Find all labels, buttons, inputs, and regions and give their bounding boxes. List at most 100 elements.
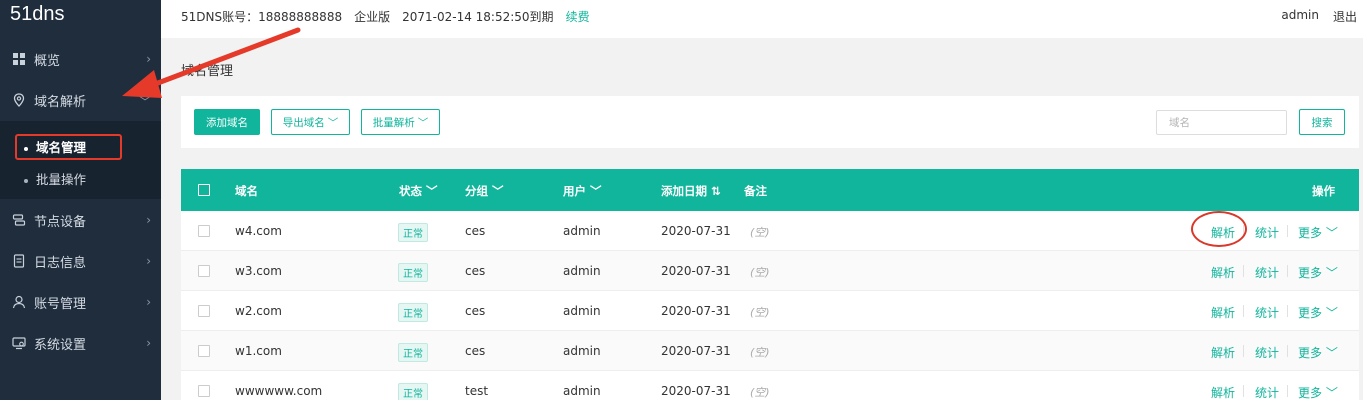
user-name: admin <box>563 224 601 238</box>
group-name: ces <box>465 264 486 278</box>
user-name: admin <box>563 384 601 398</box>
row-checkbox[interactable] <box>198 385 210 397</box>
status-badge: 正常 <box>398 383 428 400</box>
stats-link[interactable]: 统计 <box>1255 264 1279 281</box>
user-name: admin <box>563 344 601 358</box>
chevron-right-icon: › <box>146 52 151 66</box>
note-value: (空) <box>750 306 770 319</box>
sidebar-subitem-batch[interactable]: 批量操作 <box>24 169 86 188</box>
divider <box>1243 305 1244 317</box>
group-name: test <box>465 384 489 398</box>
batch-resolve-button[interactable]: 批量解析 ﹀ <box>361 109 440 135</box>
table-row: wwwwww.com 正常 test admin 2020-07-31 (空) … <box>181 371 1359 400</box>
note-value: (空) <box>750 226 770 239</box>
user-name: admin <box>563 304 601 318</box>
sidebar-item-label: 概览 <box>34 53 61 69</box>
domain-name: wwwwww.com <box>235 384 323 398</box>
chevron-right-icon: › <box>146 254 151 268</box>
search-button[interactable]: 搜索 <box>1299 109 1345 135</box>
note-value: (空) <box>750 386 770 399</box>
location-pin-icon <box>12 93 26 107</box>
row-checkbox[interactable] <box>198 265 210 277</box>
stats-link[interactable]: 统计 <box>1255 224 1279 241</box>
sidebar-item-accounts[interactable]: 账号管理 › <box>0 282 161 322</box>
add-date: 2020-07-31 <box>661 304 731 318</box>
divider <box>1243 385 1244 397</box>
table-row: w3.com 正常 ces admin 2020-07-31 (空) 解析 统计… <box>181 251 1359 291</box>
resolve-link[interactable]: 解析 <box>1211 304 1235 321</box>
add-date: 2020-07-31 <box>661 224 731 238</box>
device-icon <box>12 213 26 227</box>
add-date: 2020-07-31 <box>661 344 731 358</box>
row-checkbox[interactable] <box>198 305 210 317</box>
sidebar-item-dns[interactable]: 域名解析 ﹀ <box>0 80 161 120</box>
divider <box>1287 305 1288 317</box>
table-row: w4.com 正常 ces admin 2020-07-31 (空) 解析 统计… <box>181 211 1359 251</box>
settings-monitor-icon <box>12 336 26 350</box>
sidebar-item-label: 节点设备 <box>34 214 87 230</box>
chevron-right-icon: › <box>146 295 151 309</box>
divider <box>1287 265 1288 277</box>
edition-label: 企业版 <box>354 10 391 24</box>
sidebar-item-label: 系统设置 <box>34 337 87 353</box>
domain-search-input[interactable] <box>1156 110 1287 135</box>
domain-name: w1.com <box>235 344 282 358</box>
stats-link[interactable]: 统计 <box>1255 304 1279 321</box>
domain-table: 域名 状态 ﹀ 分组 ﹀ 用户 ﹀ 添加日期 ⇅ 备注 操作 w4.com 正常… <box>181 169 1359 400</box>
resolve-link[interactable]: 解析 <box>1211 264 1235 281</box>
sidebar-item-settings[interactable]: 系统设置 › <box>0 323 161 363</box>
current-user[interactable]: admin <box>1281 8 1319 25</box>
logout-link[interactable]: 退出 <box>1333 8 1357 25</box>
table-header: 域名 状态 ﹀ 分组 ﹀ 用户 ﹀ 添加日期 ⇅ 备注 操作 <box>181 169 1359 211</box>
resolve-link[interactable]: 解析 <box>1211 384 1235 400</box>
domain-name: w3.com <box>235 264 282 278</box>
annotation-highlight-box <box>15 134 122 160</box>
sidebar-item-nodes[interactable]: 节点设备 › <box>0 200 161 240</box>
table-row: w2.com 正常 ces admin 2020-07-31 (空) 解析 统计… <box>181 291 1359 331</box>
add-domain-button[interactable]: 添加域名 <box>194 109 260 135</box>
sidebar-item-logs[interactable]: 日志信息 › <box>0 241 161 281</box>
divider <box>1243 265 1244 277</box>
select-all-checkbox[interactable] <box>198 184 210 196</box>
group-name: ces <box>465 304 486 318</box>
stats-link[interactable]: 统计 <box>1255 384 1279 400</box>
account-number: 51DNS账号：18888888888 <box>181 10 343 24</box>
status-badge: 正常 <box>398 303 428 322</box>
sidebar-item-label: 域名解析 <box>34 94 87 110</box>
annotation-highlight-circle <box>1191 211 1247 247</box>
stats-link[interactable]: 统计 <box>1255 344 1279 361</box>
status-badge: 正常 <box>398 343 428 362</box>
sidebar-item-label: 账号管理 <box>34 296 87 312</box>
export-domain-button[interactable]: 导出域名 ﹀ <box>271 109 350 135</box>
table-row: w1.com 正常 ces admin 2020-07-31 (空) 解析 统计… <box>181 331 1359 371</box>
column-domain: 域名 <box>235 184 258 198</box>
bullet-icon <box>24 178 28 183</box>
more-link[interactable]: 更多 ﹀ <box>1298 224 1338 241</box>
page-title: 域名管理 <box>181 64 234 79</box>
add-date: 2020-07-31 <box>661 384 731 398</box>
column-group[interactable]: 分组 ﹀ <box>465 183 504 199</box>
resolve-link[interactable]: 解析 <box>1211 344 1235 361</box>
more-link[interactable]: 更多 ﹀ <box>1298 304 1338 321</box>
grid-icon <box>12 52 26 66</box>
status-badge: 正常 <box>398 223 428 242</box>
sidebar-item-overview[interactable]: 概览 › <box>0 39 161 79</box>
more-link[interactable]: 更多 ﹀ <box>1298 384 1338 400</box>
sidebar-item-label: 日志信息 <box>34 255 87 271</box>
sidebar: 51dns 概览 › 域名解析 ﹀ 域名管理 批量操作 节点设备 › 日志信息 <box>0 0 161 400</box>
top-header: 51DNS账号：18888888888 企业版 2071-02-14 18:52… <box>161 0 1363 38</box>
more-link[interactable]: 更多 ﹀ <box>1298 344 1338 361</box>
more-link[interactable]: 更多 ﹀ <box>1298 264 1338 281</box>
renew-link[interactable]: 续费 <box>566 8 590 25</box>
column-date[interactable]: 添加日期 ⇅ <box>661 183 721 199</box>
row-checkbox[interactable] <box>198 345 210 357</box>
row-checkbox[interactable] <box>198 225 210 237</box>
user-icon <box>12 295 26 309</box>
toolbar: 添加域名 导出域名 ﹀ 批量解析 ﹀ 搜索 <box>181 96 1359 148</box>
column-status[interactable]: 状态 ﹀ <box>399 183 438 199</box>
brand-logo: 51dns <box>10 3 65 25</box>
note-value: (空) <box>750 266 770 279</box>
column-user[interactable]: 用户 ﹀ <box>563 183 602 199</box>
sidebar-subitem-label: 批量操作 <box>36 172 87 187</box>
divider <box>1287 385 1288 397</box>
